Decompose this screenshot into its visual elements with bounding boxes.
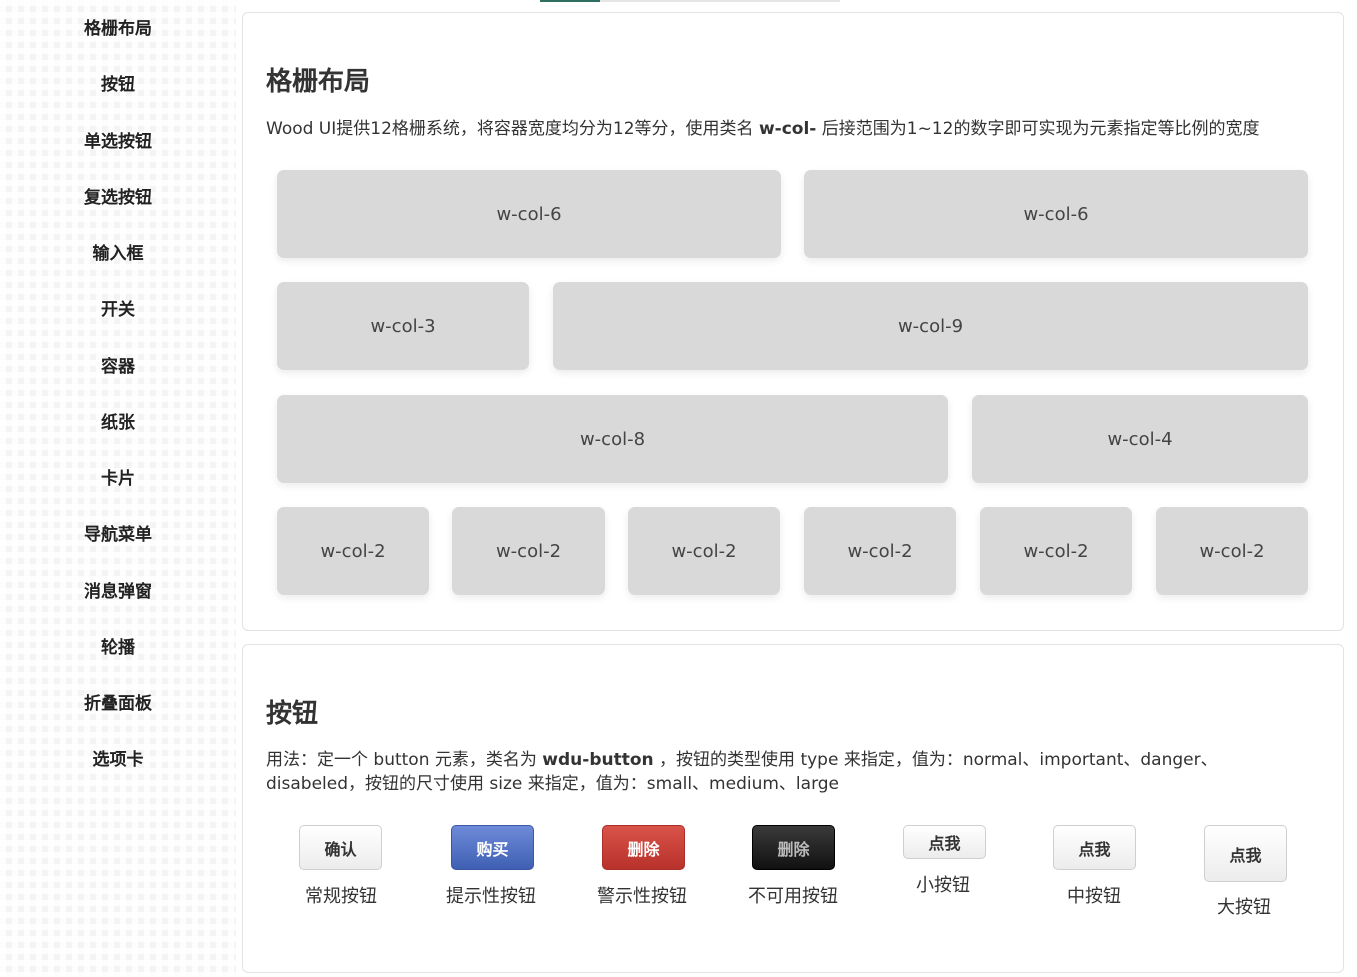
normal-button-caption: 常规按钮 [305,886,377,907]
grid-section-description: Wood UI提供12格栅系统，将容器宽度均分为12等分，使用类名 w-col-… [266,117,1326,141]
sidebar-item-collapse[interactable]: 折叠面板 [0,692,236,716]
sidebar-item-grid[interactable]: 格栅布局 [0,17,236,41]
sidebar-item-navmenu[interactable]: 导航菜单 [0,523,236,547]
small-button-caption: 小按钮 [916,875,970,896]
grid-cell: w-col-3 [277,282,529,370]
danger-button-caption: 警示性按钮 [597,886,687,907]
grid-cell: w-col-9 [553,282,1308,370]
tab-indicator-active [540,0,600,2]
confirm-button[interactable]: 确认 [299,825,382,870]
grid-cell: w-col-6 [277,170,781,258]
grid-cell: w-col-6 [804,170,1308,258]
grid-cell: w-col-2 [804,507,956,595]
button-section-panel: 按钮 用法：定一个 button 元素，类名为 wdu-button ，按钮的类… [242,644,1344,973]
disabled-delete-button: 删除 [752,825,835,870]
grid-cell: w-col-2 [1156,507,1308,595]
medium-button-caption: 中按钮 [1067,886,1121,907]
button-desc-text-1: 用法：定一个 button 元素，类名为 [266,750,543,770]
button-section-title: 按钮 [266,699,319,729]
sidebar-item-message[interactable]: 消息弹窗 [0,580,236,604]
grid-section-title: 格栅布局 [266,67,371,97]
grid-cell: w-col-2 [980,507,1132,595]
grid-cell: w-col-2 [452,507,605,595]
grid-desc-text-1: Wood UI提供12格栅系统，将容器宽度均分为12等分，使用类名 [266,119,759,139]
sidebar-item-card[interactable]: 卡片 [0,467,236,491]
grid-cell: w-col-2 [628,507,780,595]
sidebar-item-paper[interactable]: 纸张 [0,411,236,435]
sidebar-nav: 格栅布局 按钮 单选按钮 复选按钮 输入框 开关 容器 纸张 卡片 导航菜单 消… [0,0,236,977]
delete-button[interactable]: 删除 [602,825,685,870]
grid-cell: w-col-8 [277,395,948,483]
disabled-button-caption: 不可用按钮 [748,886,838,907]
grid-desc-classname: w-col- [758,119,817,139]
grid-cell: w-col-2 [277,507,429,595]
sidebar-item-button[interactable]: 按钮 [0,73,236,97]
medium-click-button[interactable]: 点我 [1053,825,1136,870]
sidebar-item-switch[interactable]: 开关 [0,298,236,322]
sidebar-item-tabs[interactable]: 选项卡 [0,748,236,772]
buy-button[interactable]: 购买 [451,825,534,870]
button-section-description: 用法：定一个 button 元素，类名为 wdu-button ，按钮的类型使用… [266,748,1266,796]
grid-desc-text-2: 后接范围为1~12的数字即可实现为元素指定等比例的宽度 [816,119,1260,139]
large-click-button[interactable]: 点我 [1204,825,1287,882]
important-button-caption: 提示性按钮 [446,886,536,907]
sidebar-item-radio[interactable]: 单选按钮 [0,130,236,154]
grid-cell: w-col-4 [972,395,1308,483]
grid-section-panel: 格栅布局 Wood UI提供12格栅系统，将容器宽度均分为12等分，使用类名 w… [242,12,1344,631]
sidebar-item-carousel[interactable]: 轮播 [0,636,236,660]
button-desc-classname: wdu-button [542,750,654,770]
small-click-button[interactable]: 点我 [903,825,986,859]
sidebar-item-input[interactable]: 输入框 [0,242,236,266]
sidebar-item-checkbox[interactable]: 复选按钮 [0,186,236,210]
large-button-caption: 大按钮 [1217,897,1271,918]
sidebar-item-container[interactable]: 容器 [0,355,236,379]
